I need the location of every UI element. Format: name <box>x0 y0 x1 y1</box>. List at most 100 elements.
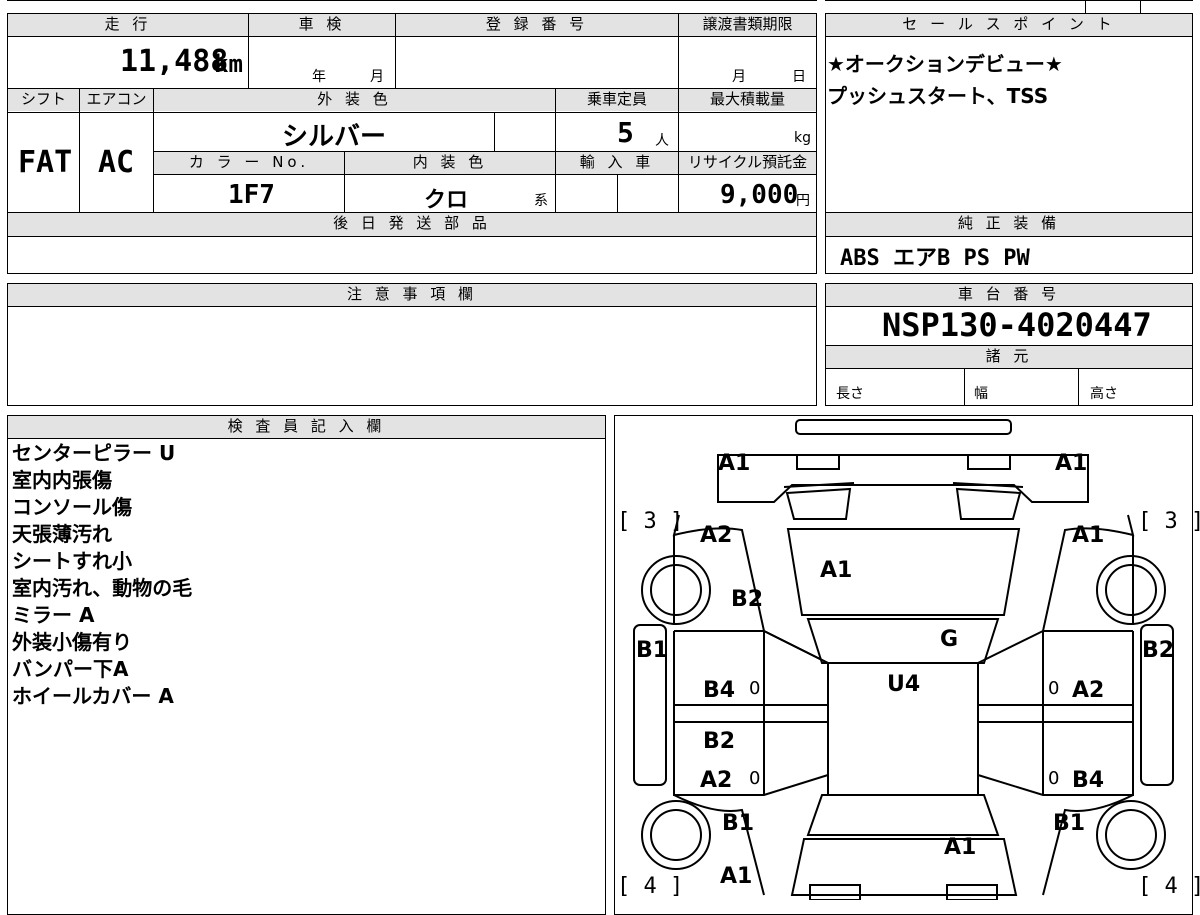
inspector-note: 室内汚れ、動物の毛 <box>12 576 193 600</box>
capacity-value: 5 <box>617 116 634 149</box>
line <box>153 174 817 175</box>
header-transfer-deadline: 譲渡書類期限 <box>679 14 816 36</box>
header-exterior-color: 外 装 色 <box>154 89 555 111</box>
line <box>79 88 80 212</box>
mark-trunk: A1 <box>944 835 977 860</box>
mark-quarter-rr: B1 <box>1053 811 1086 836</box>
mark-bracket-fl: [ 3 ] <box>617 509 684 534</box>
mark-door-fr: A2 <box>1072 678 1105 703</box>
shaken-year: 年 <box>312 69 326 85</box>
line <box>678 13 679 88</box>
mark-windshield: G <box>940 627 959 652</box>
top-strip-line <box>7 0 817 1</box>
genuine-equipment-value: ABS エアB PS PW <box>840 246 1030 271</box>
recycle-unit: 円 <box>796 193 810 209</box>
mark-bracket-rl: [ 4 ] <box>617 874 684 899</box>
mark-zero-1: 0 <box>749 678 761 699</box>
mark-door-rl-upper: B2 <box>703 729 736 754</box>
chassis-number: NSP130-4020447 <box>882 306 1152 344</box>
header-import: 輸 入 車 <box>556 152 678 174</box>
mark-quarter-rl: B1 <box>722 811 755 836</box>
line <box>825 368 1193 369</box>
line <box>825 236 1193 237</box>
inspector-notes-list: センターピラー U 室内内張傷 コンソール傷 天張薄汚れ シートすれ小 室内汚れ… <box>12 440 192 710</box>
line <box>825 36 1193 37</box>
genuine-equipment-header: 純 正 装 備 <box>826 213 1192 236</box>
mark-door-rl: A2 <box>700 768 733 793</box>
line <box>7 306 817 307</box>
header-interior-color: 内 装 色 <box>345 152 555 174</box>
top-strip-line <box>825 0 1193 1</box>
sales-point-line-2: プッシュスタート、TSS <box>827 84 1049 108</box>
inspector-note: ホイールカバー A <box>12 684 174 708</box>
inspector-note: 外装小傷有り <box>12 630 132 654</box>
inspector-note: ミラー A <box>12 603 95 627</box>
sales-points-header: セ ー ル ス ポ イ ン ト <box>826 14 1192 36</box>
mark-zero-2: 0 <box>1048 678 1060 699</box>
chassis-header: 車 台 番 号 <box>826 284 1192 306</box>
header-color-no: カ ラ ー No. <box>154 152 344 174</box>
color-no-value: 1F7 <box>228 180 275 210</box>
mileage-value: 11,488 <box>120 44 229 79</box>
line <box>1140 0 1141 13</box>
mark-roof: U4 <box>887 672 921 697</box>
deadline-month: 月 <box>732 69 746 85</box>
inspector-note: 天張薄汚れ <box>12 522 112 546</box>
mark-front-left: A1 <box>718 451 751 476</box>
line <box>153 88 154 212</box>
inspector-note: シートすれ小 <box>12 549 132 573</box>
line <box>1078 368 1079 406</box>
specs-header: 諸 元 <box>826 346 1192 368</box>
inspector-header: 検 査 員 記 入 欄 <box>8 416 605 438</box>
line <box>248 13 249 88</box>
mark-fender-fr: A1 <box>1072 523 1105 548</box>
mark-sill-left: B1 <box>636 638 669 663</box>
line <box>1085 0 1086 13</box>
mark-bracket-fr: [ 3 ] <box>1138 509 1200 534</box>
exterior-color-value: シルバー <box>282 122 387 152</box>
header-mileage: 走 行 <box>8 14 248 36</box>
inspector-note: センターピラー U <box>12 441 176 465</box>
line <box>7 438 606 439</box>
mark-rear-left: A1 <box>720 864 753 889</box>
header-max-load: 最大積載量 <box>679 89 816 111</box>
mark-fender-fl: A2 <box>700 523 733 548</box>
shift-value: FAT <box>18 145 73 180</box>
line <box>678 88 679 212</box>
spec-height: 高さ <box>1090 386 1118 402</box>
header-registration: 登 録 番 号 <box>396 14 678 36</box>
line <box>7 112 817 113</box>
line <box>7 236 817 237</box>
line <box>395 13 396 88</box>
line <box>344 151 345 212</box>
inspector-note: 室内内張傷 <box>12 468 112 492</box>
interior-suffix: 系 <box>534 193 548 209</box>
line <box>494 112 495 151</box>
aircon-value: AC <box>98 145 135 180</box>
inspector-note: コンソール傷 <box>12 495 132 519</box>
mark-door-fl: B4 <box>703 678 736 703</box>
capacity-unit: 人 <box>655 133 669 149</box>
line <box>964 368 965 406</box>
car-diagram <box>633 419 1174 900</box>
header-recycle: リサイクル預託金 <box>679 152 816 174</box>
mark-zero-3: 0 <box>749 768 761 789</box>
mark-zero-4: 0 <box>1048 768 1060 789</box>
spec-length: 長さ <box>836 386 864 402</box>
mark-front-right: A1 <box>1055 451 1088 476</box>
header-shaken: 車 検 <box>249 14 395 36</box>
shaken-month: 月 <box>370 69 384 85</box>
mark-fender-fl-lower: B2 <box>731 587 764 612</box>
interior-color-value: クロ <box>424 188 469 213</box>
header-later-parts: 後 日 発 送 部 品 <box>8 213 816 236</box>
header-capacity: 乗車定員 <box>556 89 678 111</box>
inspector-note: バンパー下A <box>12 657 129 681</box>
deadline-day: 日 <box>792 69 806 85</box>
spec-width: 幅 <box>974 386 988 402</box>
mark-door-rr: B4 <box>1072 768 1105 793</box>
line <box>7 36 817 37</box>
max-load-unit: kg <box>794 130 811 146</box>
mileage-unit: km <box>214 50 243 78</box>
line <box>617 174 618 212</box>
recycle-value: 9,000 <box>720 180 799 210</box>
